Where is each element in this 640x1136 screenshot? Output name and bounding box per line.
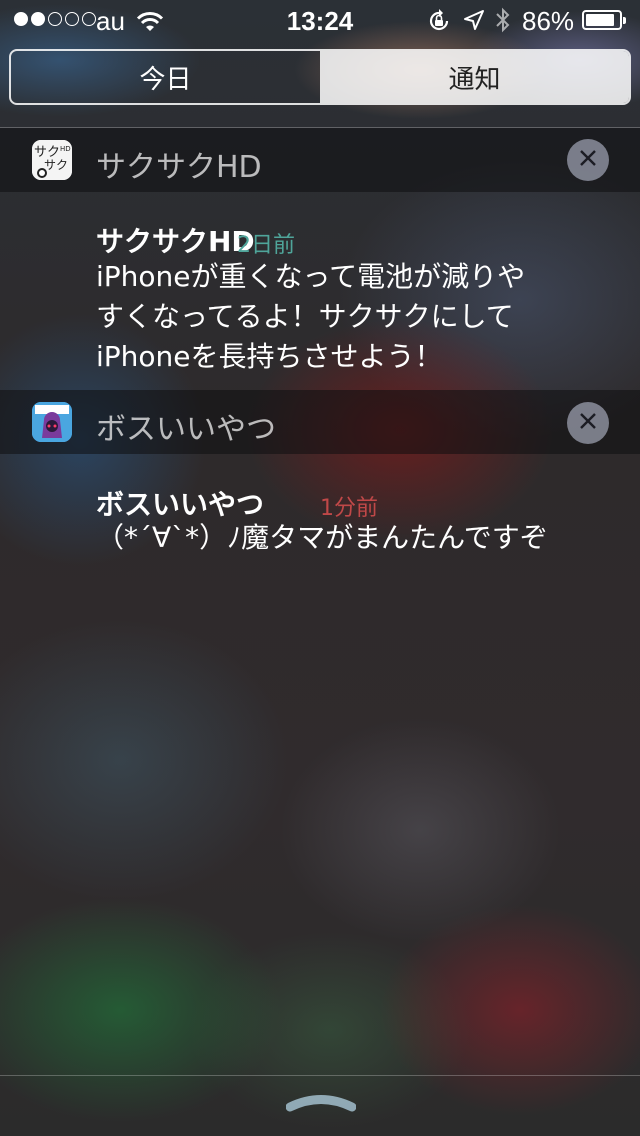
close-icon — [578, 148, 598, 172]
notification-title: サクサクHD — [96, 225, 255, 258]
notification-title: ボスいいやつ — [96, 488, 265, 521]
notification-line: iPhoneが重くなって電池が減りや — [96, 260, 526, 293]
tab-today[interactable]: 今日 — [11, 51, 320, 103]
boss-iiyatsu-app-icon — [32, 402, 72, 442]
bluetooth-icon — [494, 6, 512, 41]
close-icon — [578, 411, 598, 435]
chevron-up-icon[interactable] — [285, 1090, 357, 1112]
sakusaku-hd-app-icon: サク サク HD — [32, 140, 72, 180]
notification-line: （*´∀`*）ﾉ魔タマがまんたんですぞ — [96, 521, 548, 554]
app-header-boss[interactable]: ボスいいやつ — [0, 390, 640, 454]
status-bar: au 13:24 86% — [0, 0, 640, 40]
notification-line: iPhoneを長持ちさせよう！ — [96, 340, 443, 373]
app-name: サクサクHD — [96, 150, 262, 185]
rotation-lock-icon — [426, 8, 452, 41]
app-name: ボスいいやつ — [96, 412, 276, 447]
svg-text:サク: サク — [44, 158, 68, 172]
location-arrow-icon — [462, 8, 486, 39]
tab-notifications[interactable]: 通知 — [320, 51, 629, 103]
notification-body: （*´∀`*）ﾉ魔タマがまんたんですぞ — [96, 518, 636, 558]
svg-text:HD: HD — [60, 145, 71, 153]
view-segmented-control: 今日 通知 — [9, 49, 631, 105]
clear-button[interactable] — [567, 139, 609, 181]
clear-button[interactable] — [567, 402, 609, 444]
battery-percent: 86% — [522, 6, 575, 36]
battery-icon — [582, 10, 626, 30]
bottom-divider — [0, 1075, 640, 1076]
notification-body: iPhoneが重くなって電池が減りや すくなってるよ！サクサクにして iPhon… — [96, 257, 616, 377]
notification-line: すくなってるよ！サクサクにして — [96, 300, 514, 333]
notification-time: 2日前 — [237, 233, 295, 258]
app-header-sakusaku[interactable]: サク サク HD サクサクHD — [0, 128, 640, 192]
